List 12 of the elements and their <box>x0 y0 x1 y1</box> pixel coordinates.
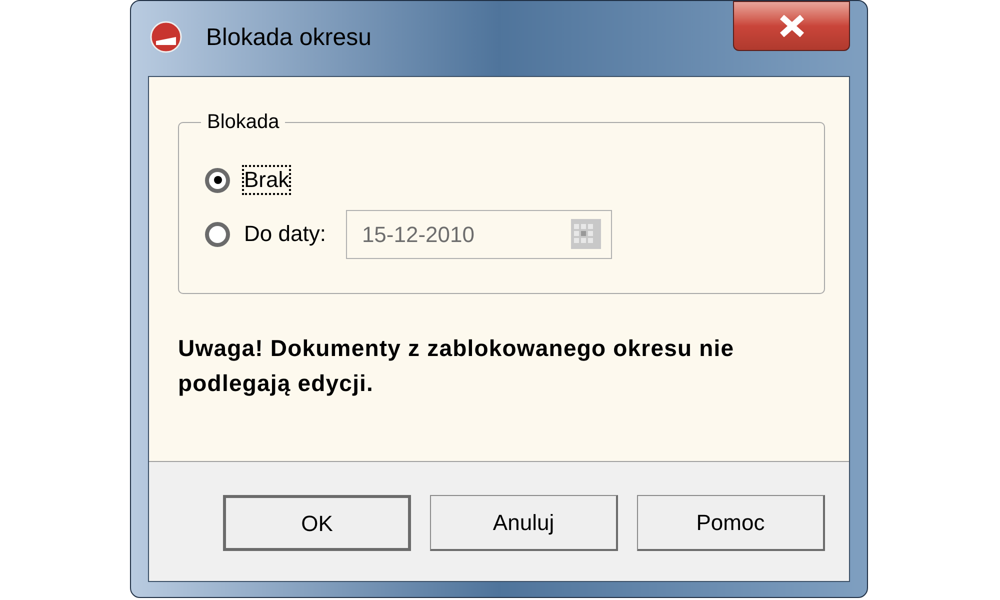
dialog-button[interactable]: Pomoc <box>637 495 825 551</box>
radio-label[interactable]: Brak <box>242 165 292 195</box>
warning-text: Uwaga! Dokumenty z zablokowanego okresu nie podlegają edycji. <box>178 334 736 398</box>
close-button[interactable] <box>733 1 850 51</box>
radio-label[interactable]: Do daty: <box>242 219 328 249</box>
dialog-button[interactable]: Anuluj <box>430 495 618 551</box>
app-logo-icon <box>150 21 182 53</box>
window-title: Blokada okresu <box>206 23 372 53</box>
radio-button[interactable] <box>205 168 230 192</box>
dialog-button[interactable]: OK <box>223 495 411 551</box>
radio-button[interactable] <box>205 222 230 246</box>
close-icon <box>778 15 804 37</box>
